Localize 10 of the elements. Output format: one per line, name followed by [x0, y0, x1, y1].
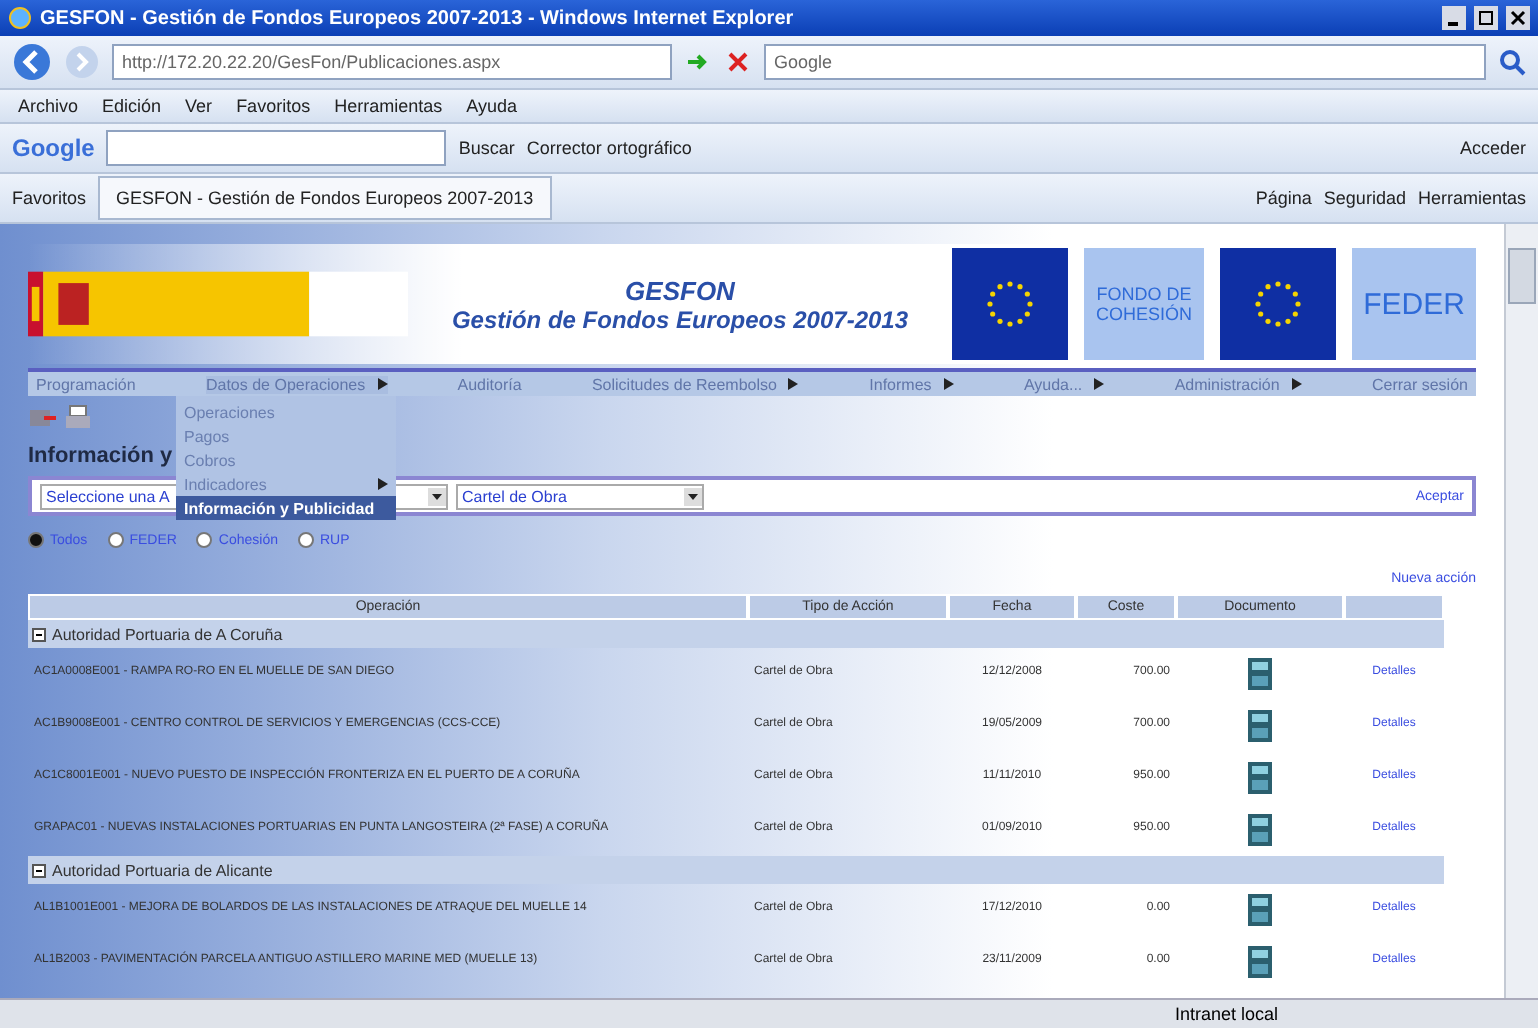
google-logo: Google: [12, 134, 95, 162]
fund-logo: FONDO DE COHESIÓN: [1084, 248, 1204, 360]
feder-logo: FEDER: [1352, 248, 1476, 360]
window-title: GESFON - Gestión de Fondos Europeos 2007-2013 - Windows Internet Explorer: [40, 7, 796, 29]
app-subtitle: Gestión de Fondos Europeos 2007-2013: [451, 305, 909, 333]
app-title: GESFON: [625, 275, 735, 305]
zone-label: Intranet local: [1174, 1004, 1278, 1024]
group-name: Autoridad Portuaria de Alicante: [52, 861, 273, 879]
group-name: Autoridad Portuaria de A Coruña: [52, 625, 283, 643]
page-heading: Información y: [28, 444, 173, 468]
